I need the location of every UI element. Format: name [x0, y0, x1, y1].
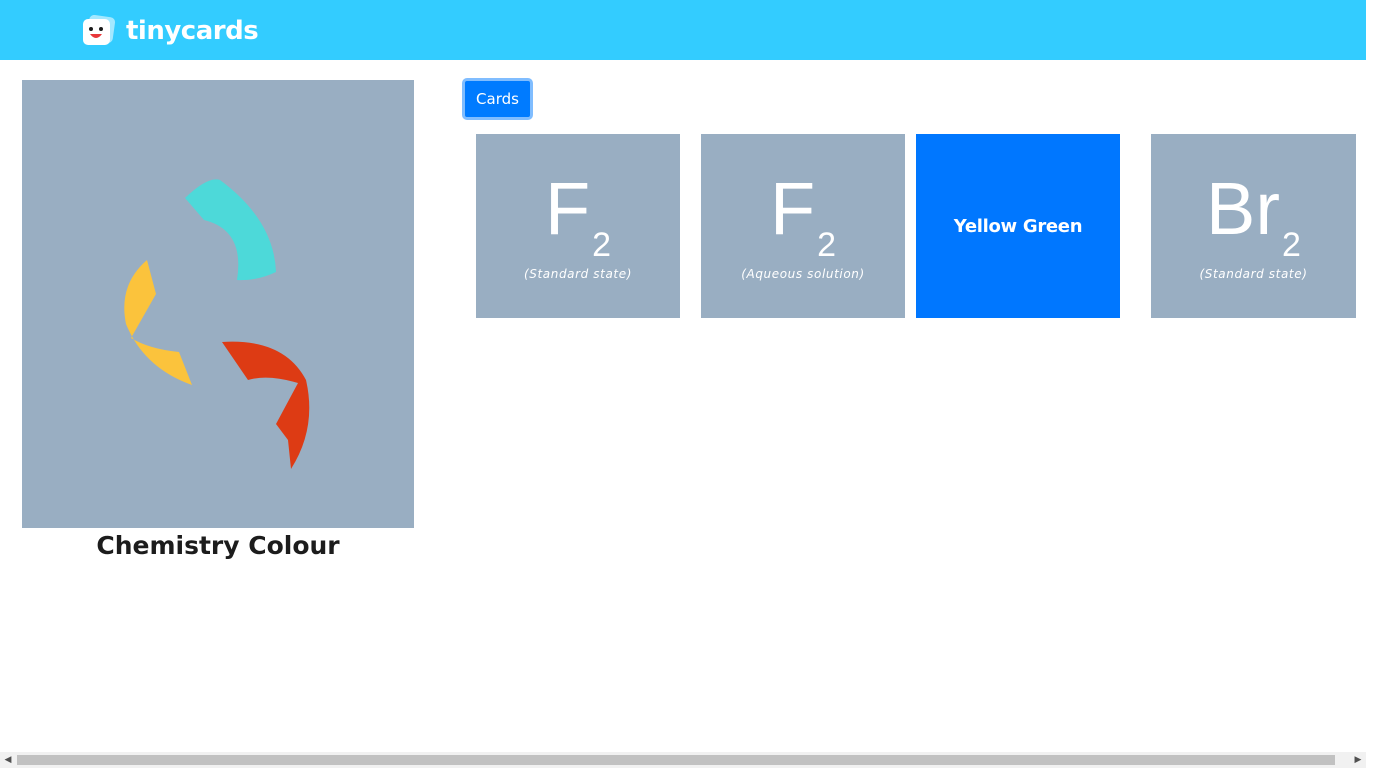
formula-symbol: Br — [1206, 167, 1281, 250]
page-viewport: tinycards Chemistry Colour Cards F2 (Sta… — [0, 0, 1366, 752]
scroll-right-arrow-icon[interactable]: ▶ — [1350, 752, 1366, 768]
card-formula: F2 — [701, 172, 905, 265]
formula-symbol: F — [544, 167, 591, 250]
card-formula: Br2 — [1151, 172, 1356, 265]
card-formula: F2 — [476, 172, 680, 265]
flashcard-f2-standard[interactable]: F2 (Standard state) — [476, 134, 680, 318]
swirl-red-arc — [222, 341, 310, 469]
flashcard-br2-standard[interactable]: Br2 (Standard state) — [1151, 134, 1356, 318]
swirl-yellow-arc — [124, 260, 192, 385]
chemistry-swirl-icon — [124, 179, 310, 469]
logo-text: tinycards — [126, 16, 259, 46]
flashcard-f2-aqueous[interactable]: F2 (Aqueous solution) — [701, 134, 905, 318]
card-answer-text: Yellow Green — [953, 216, 1083, 237]
bottom-gutter — [0, 768, 1366, 784]
scrollbar-thumb[interactable] — [17, 755, 1335, 765]
card-state-label: (Standard state) — [1199, 267, 1308, 281]
formula-subscript: 2 — [1282, 226, 1301, 264]
swirl-cyan-arc — [185, 179, 276, 281]
right-gutter — [1366, 0, 1384, 784]
formula-symbol: F — [769, 167, 816, 250]
card-state-label: (Aqueous solution) — [741, 267, 865, 281]
tab-cards[interactable]: Cards — [462, 78, 533, 120]
tinycards-logo[interactable]: tinycards — [82, 14, 259, 48]
formula-subscript: 2 — [592, 226, 612, 264]
top-header-bar: tinycards — [0, 0, 1366, 60]
tinycards-face-icon — [83, 15, 116, 45]
formula-subscript: 2 — [817, 226, 837, 264]
card-state-label: (Standard state) — [524, 267, 632, 281]
deck-title: Chemistry Colour — [96, 531, 340, 560]
scroll-left-arrow-icon[interactable]: ◀ — [0, 752, 16, 768]
deck-cover-image — [22, 80, 414, 528]
flashcard-yellow-green[interactable]: Yellow Green — [916, 134, 1120, 318]
horizontal-scrollbar[interactable]: ◀ ▶ — [0, 752, 1366, 768]
